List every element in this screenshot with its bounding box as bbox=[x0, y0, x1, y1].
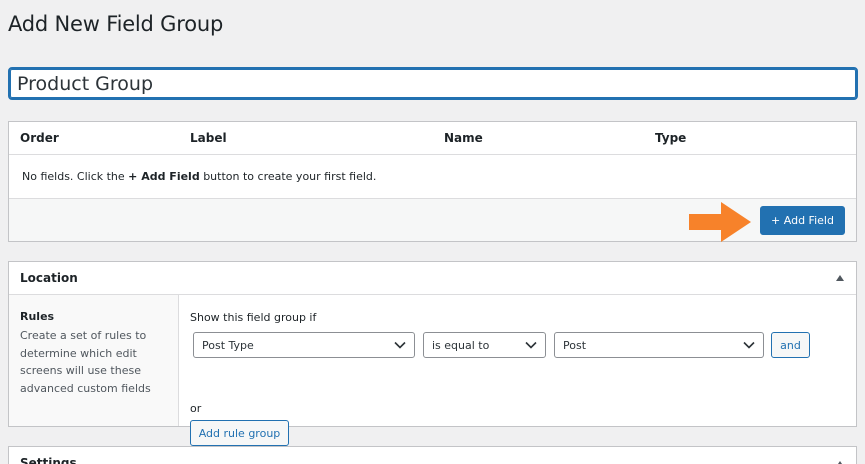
arrow-right-icon bbox=[689, 202, 751, 242]
collapse-toggle-icon[interactable] bbox=[836, 275, 844, 281]
chevron-down-icon bbox=[394, 341, 406, 349]
page-title: Add New Field Group bbox=[8, 12, 224, 36]
settings-panel: Settings bbox=[8, 446, 857, 464]
location-header[interactable]: Location bbox=[9, 262, 856, 295]
fields-table-header: Order Label Name Type bbox=[9, 122, 856, 155]
chevron-down-icon bbox=[743, 341, 755, 349]
location-panel: Location Rules Create a set of rules to … bbox=[8, 261, 857, 446]
value-select[interactable]: Post bbox=[554, 332, 764, 358]
add-field-emphasis: + Add Field bbox=[128, 170, 200, 183]
column-order: Order bbox=[20, 131, 59, 145]
no-fields-message: No fields. Click the + Add Field button … bbox=[9, 155, 856, 199]
and-button[interactable]: and bbox=[771, 332, 810, 358]
rules-sidebar: Rules Create a set of rules to determine… bbox=[9, 295, 179, 426]
location-title: Location bbox=[20, 271, 78, 285]
chevron-down-icon bbox=[525, 341, 537, 349]
show-if-label: Show this field group if bbox=[190, 311, 317, 324]
rules-description: Create a set of rules to determine which… bbox=[20, 329, 151, 395]
or-label: or bbox=[190, 402, 202, 415]
operator-select[interactable]: is equal to bbox=[423, 332, 546, 358]
param-select[interactable]: Post Type bbox=[193, 332, 415, 358]
settings-title: Settings bbox=[20, 456, 77, 464]
add-rule-group-button[interactable]: Add rule group bbox=[190, 420, 289, 446]
column-label: Label bbox=[190, 131, 227, 145]
column-name: Name bbox=[444, 131, 483, 145]
field-group-title-input[interactable] bbox=[8, 67, 858, 100]
add-field-button[interactable]: + Add Field bbox=[760, 206, 845, 235]
rules-title: Rules bbox=[20, 310, 55, 323]
column-type: Type bbox=[655, 131, 687, 145]
